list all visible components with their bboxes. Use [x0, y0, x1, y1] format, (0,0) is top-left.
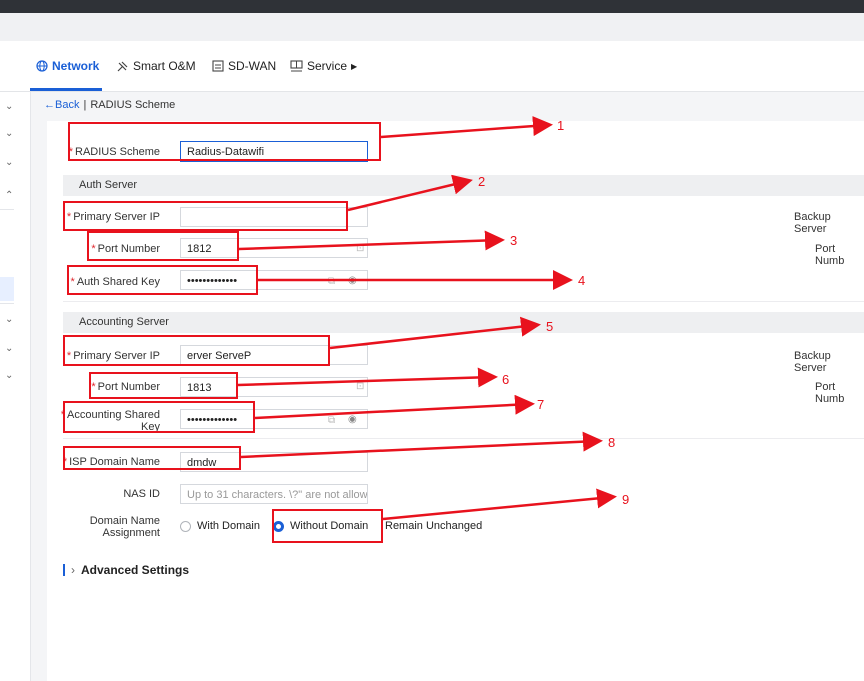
tools-icon [117, 61, 128, 71]
acct-port-label: * Port Number [91, 381, 160, 393]
auth-port-label: * Port Number [91, 243, 160, 255]
advanced-settings-toggle[interactable]: › Advanced Settings [63, 563, 189, 577]
tab-sd-wan[interactable]: SD-WAN [212, 59, 276, 73]
auth-key-input[interactable]: ••••••••••••• [180, 270, 368, 290]
service-icon [290, 60, 303, 72]
tab-network[interactable]: Network [36, 59, 99, 73]
radio-remain-unchanged[interactable]: Remain Unchanged [385, 520, 482, 532]
isp-domain-input[interactable]: dmdw [180, 452, 368, 472]
main-nav: Network Smart O&M SD-WAN Service ▶ [0, 41, 864, 92]
sidebar-divider [0, 209, 14, 210]
chevron-up-icon[interactable]: ⌃ [5, 190, 13, 201]
radius-scheme-input[interactable]: Radius-Datawifi [180, 141, 368, 162]
back-link[interactable]: ←Back [44, 99, 79, 111]
acct-key-input[interactable]: ••••••••••••• [180, 409, 368, 429]
radio-remain-unchanged-label: Remain Unchanged [385, 520, 483, 532]
tab-smart-om[interactable]: Smart O&M [116, 59, 196, 73]
chevron-down-icon[interactable]: ⌄ [5, 101, 13, 112]
sidebar: ⌄ ⌄ ⌄ ⌃ ⌄ ⌄ ⌄ [0, 92, 31, 681]
copy-icon[interactable]: ⧉ [328, 415, 335, 426]
breadcrumb-separator: | [83, 99, 87, 111]
chevron-down-icon[interactable]: ⌄ [5, 128, 13, 139]
tab-smart-om-label: Smart O&M [133, 59, 196, 73]
auth-primary-ip-label: * Primary Server IP [66, 211, 160, 223]
form-panel [47, 121, 864, 681]
domain-assignment-label: Domain Name Assignment [89, 515, 160, 539]
acct-primary-ip-input[interactable]: erver ServeP [180, 345, 368, 365]
chevron-down-icon[interactable]: ⌄ [5, 370, 13, 381]
auth-port-input[interactable]: 1812 [180, 238, 368, 258]
globe-icon [36, 60, 48, 72]
copy-icon[interactable]: ⧉ [328, 276, 335, 287]
chevron-right-icon: › [71, 563, 75, 577]
stepper-icon[interactable]: ⊡ [356, 243, 364, 254]
auth-backup-port-label: Port Numb [815, 243, 845, 267]
radio-without-domain-label: Without Domain [290, 520, 369, 532]
tab-service[interactable]: Service ▶ [290, 59, 357, 73]
tab-service-label: Service [307, 59, 348, 73]
nas-id-input[interactable]: Up to 31 characters. \?" are not allowe [180, 484, 368, 504]
section-divider [63, 438, 864, 439]
chevron-down-icon[interactable]: ⌄ [5, 343, 13, 354]
acct-primary-ip-label: * Primary Server IP [66, 350, 160, 362]
chevron-down-icon[interactable]: ⌄ [5, 157, 13, 168]
active-tab-indicator [30, 88, 102, 91]
auth-server-section-header: Auth Server [63, 175, 864, 196]
auth-key-label: * Auth Shared Key [70, 276, 160, 288]
acct-backup-port-label: Port Numb [815, 381, 845, 405]
radio-with-domain[interactable]: With Domain [180, 520, 260, 532]
section-divider [63, 301, 864, 302]
stepper-icon[interactable]: ⊡ [356, 381, 364, 392]
sdwan-icon [212, 60, 224, 72]
window-top-bar [0, 0, 864, 13]
tab-network-label: Network [52, 59, 100, 73]
isp-domain-label: * ISP Domain Name [62, 456, 160, 468]
radio-without-domain[interactable]: Without Domain [273, 520, 368, 532]
eye-icon[interactable]: ◉ [348, 275, 357, 286]
eye-icon[interactable]: ◉ [348, 414, 357, 425]
chevron-down-icon[interactable]: ⌄ [5, 314, 13, 325]
acct-port-input[interactable]: 1813 [180, 377, 368, 397]
tab-sd-wan-label: SD-WAN [228, 59, 277, 73]
acct-key-label: * Accounting Shared Key [60, 409, 160, 433]
radio-with-domain-label: With Domain [197, 520, 260, 532]
sub-header-bar [0, 13, 864, 41]
nas-id-label: NAS ID [123, 488, 160, 500]
radius-scheme-label: * RADIUS Scheme [68, 146, 160, 158]
breadcrumb-current: RADIUS Scheme [90, 99, 176, 111]
breadcrumb: ←Back | RADIUS Scheme [44, 99, 175, 111]
radio-circle [180, 520, 191, 532]
advanced-settings-label: Advanced Settings [81, 563, 190, 577]
auth-primary-ip-input[interactable] [180, 207, 368, 227]
auth-backup-server-label: Backup Server [794, 211, 831, 235]
caret-right-icon: ▶ [351, 61, 358, 71]
accounting-server-section-header: Accounting Server [63, 312, 864, 333]
radio-circle-selected [273, 520, 284, 532]
section-accent-bar [63, 564, 65, 576]
sidebar-divider [0, 303, 14, 304]
sidebar-selected-item[interactable] [0, 277, 14, 301]
acct-backup-server-label: Backup Server [794, 350, 831, 374]
